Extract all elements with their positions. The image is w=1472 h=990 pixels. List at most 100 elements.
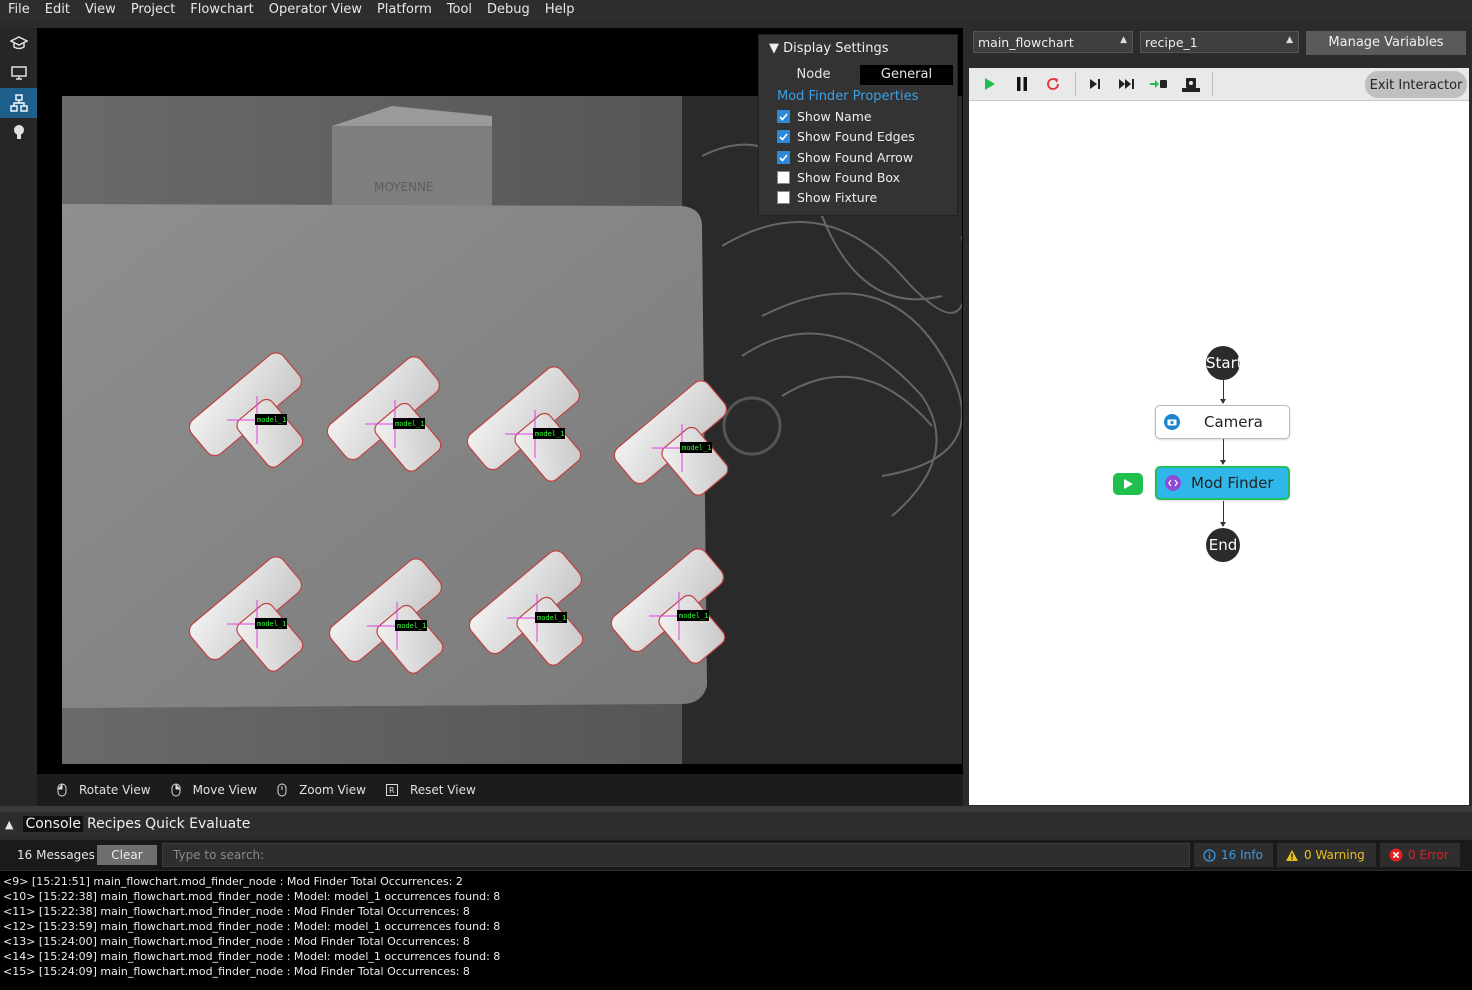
menu-tool[interactable]: Tool [439,1,479,19]
mouse-left-icon [57,783,67,797]
tab-recipes[interactable]: Recipes [87,816,141,832]
zoom-view[interactable]: Zoom View [277,783,366,797]
checkbox-unchecked[interactable] [777,171,790,184]
exit-interactor-button[interactable]: Exit Interactor [1365,71,1467,98]
recipe-select-value: recipe_1 [1145,34,1198,50]
checkbox-checked[interactable] [777,151,790,164]
flowchart-icon [9,94,28,112]
option-label: Show Found Arrow [797,150,914,165]
option-show-found-box[interactable]: Show Found Box [777,170,900,185]
camera-trigger-icon[interactable] [1181,76,1201,94]
option-label: Show Found Box [797,170,901,185]
box-label: MOYENNE [374,180,434,194]
reset-view-label: Reset View [409,783,476,797]
menu-view[interactable]: View [77,1,123,19]
clear-button[interactable]: Clear [97,845,157,865]
rotate-view-label: Rotate View [79,783,151,797]
step-icon[interactable] [1087,76,1103,92]
move-view-label: Move View [192,783,258,797]
node-camera[interactable]: Camera [1155,405,1290,439]
console-log[interactable]: <9> [15:21:51] main_flowchart.mod_finder… [0,871,1472,990]
flowchart-canvas[interactable]: Start Camera Mod Finder End [969,101,1469,805]
sidebar-item-ideas[interactable] [0,118,37,148]
log-line: <14> [15:24:09] main_flowchart.mod_finde… [3,950,501,963]
console-tabs: ▲ Console Recipes Quick Evaluate [0,812,1472,836]
flowchart-select[interactable]: main_flowchart ▲ [973,31,1133,53]
run-toolbar: Exit Interactor [969,68,1469,101]
collapse-up-icon[interactable]: ▲ [5,818,13,831]
tab-node[interactable]: Node [767,65,860,85]
restart-icon[interactable] [1045,76,1061,92]
menu-project[interactable]: Project [123,1,182,19]
play-icon[interactable] [983,76,997,92]
warning-filter[interactable]: 0 Warning [1277,843,1376,867]
node-mod-finder[interactable]: Mod Finder [1155,466,1290,500]
sidebar-item-learn[interactable] [0,28,37,58]
info-count: 16 Info [1221,848,1263,862]
mouse-right-icon [171,783,181,797]
rotate-view[interactable]: Rotate View [57,783,151,797]
error-filter[interactable]: 0 Error [1380,843,1460,867]
menu-operator-view[interactable]: Operator View [261,1,369,19]
mouse-wheel-icon [277,783,287,797]
sidebar-item-operator-view[interactable] [0,58,37,88]
manage-variables-button[interactable]: Manage Variables [1306,31,1466,55]
info-filter[interactable]: 16 Info [1194,843,1273,867]
log-line: <11> [15:22:38] main_flowchart.mod_finde… [3,905,470,918]
image-viewer[interactable]: MOYENNE model_1 model_1 model_1 model_1 mode… [37,28,963,806]
arrow-head [1220,399,1226,404]
connector-modfinder-end [1223,501,1224,524]
display-settings-panel: ▼ Display Settings Node General Mod Find… [758,34,958,216]
error-count: 0 Error [1408,848,1449,862]
fast-forward-icon[interactable] [1117,76,1137,92]
display-settings-header[interactable]: ▼ Display Settings [769,41,889,56]
menu-file[interactable]: File [0,1,37,19]
log-line: <12> [15:23:59] main_flowchart.mod_finde… [3,920,501,933]
checkbox-checked[interactable] [777,130,790,143]
viewer-toolbar: Rotate View Move View Zoom View R Reset … [37,774,963,806]
checkbox-checked[interactable] [777,110,790,123]
option-show-found-arrow[interactable]: Show Found Arrow [777,150,913,165]
current-node-indicator [1113,473,1143,495]
sidebar-item-flowchart[interactable] [0,88,37,118]
node-start[interactable]: Start [1206,346,1243,380]
search-input[interactable]: Type to search: [162,843,1190,867]
reset-key-icon: R [385,784,398,796]
run-to-node-icon[interactable] [1149,76,1169,92]
graduation-cap-icon [9,36,28,50]
option-show-name[interactable]: Show Name [777,109,872,124]
detection-label: model_1 [395,420,425,428]
node-end[interactable]: End [1206,528,1240,562]
option-show-found-edges[interactable]: Show Found Edges [777,129,915,144]
lightbulb-icon [13,125,24,139]
info-icon [1203,848,1216,862]
left-sidebar [0,28,37,806]
option-label: Show Found Edges [797,129,915,144]
option-show-fixture[interactable]: Show Fixture [777,190,877,205]
reset-view[interactable]: R Reset View [385,783,476,797]
detection-label: model_1 [682,444,712,452]
menu-flowchart[interactable]: Flowchart [182,1,260,19]
warning-icon [1286,849,1298,861]
menu-edit[interactable]: Edit [37,1,77,19]
zoom-view-label: Zoom View [299,783,366,797]
node-mod-finder-label: Mod Finder [1191,474,1274,492]
toolbar-divider [1212,72,1213,96]
detection-label: model_1 [257,416,287,424]
menu-platform[interactable]: Platform [369,1,439,19]
recipe-select[interactable]: recipe_1 ▲ [1140,31,1299,53]
checkbox-unchecked[interactable] [777,191,790,204]
tab-console[interactable]: Console [23,816,84,832]
menu-debug[interactable]: Debug [479,1,537,19]
detection-label: model_1 [537,614,567,622]
tab-general[interactable]: General [860,65,953,85]
flowchart-select-value: main_flowchart [978,34,1074,50]
connector-camera-modfinder [1223,439,1224,462]
log-line: <10> [15:22:38] main_flowchart.mod_finde… [3,890,501,903]
menu-help[interactable]: Help [537,1,582,19]
svg-text:R: R [389,786,395,795]
pause-icon[interactable] [1015,76,1029,92]
move-view[interactable]: Move View [171,783,257,797]
check-icon [779,132,788,141]
tab-quick-evaluate[interactable]: Quick Evaluate [145,816,250,832]
